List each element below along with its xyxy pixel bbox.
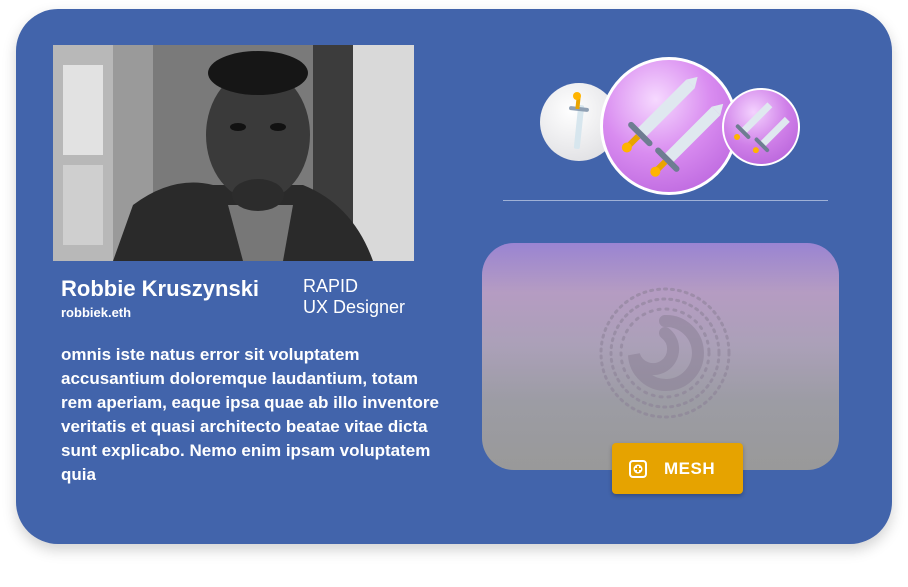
- role-team: RAPID: [303, 276, 359, 296]
- double-sword-badge[interactable]: [600, 57, 738, 195]
- crossed-swords-icon: [621, 76, 724, 177]
- profile-name: Robbie Kruszynski: [61, 276, 260, 301]
- swirl-icon: [599, 287, 731, 419]
- section-divider: [503, 200, 828, 201]
- profile-handle: robbiek.eth: [61, 305, 132, 320]
- profile-bio: omnis iste natus error sit voluptatem ac…: [61, 345, 439, 484]
- profile-role: RAPID UX Designer: [303, 276, 405, 318]
- crossed-swords-icon: [734, 102, 790, 154]
- mesh-button-label: MESH: [664, 458, 716, 478]
- double-sword-badge-small[interactable]: [722, 88, 800, 166]
- mesh-panel: [482, 243, 839, 470]
- badge-group: [536, 52, 806, 197]
- profile-photo: [53, 45, 414, 261]
- plus-square-icon: [628, 459, 648, 479]
- mesh-button[interactable]: MESH: [612, 443, 743, 494]
- role-title: UX Designer: [303, 297, 406, 317]
